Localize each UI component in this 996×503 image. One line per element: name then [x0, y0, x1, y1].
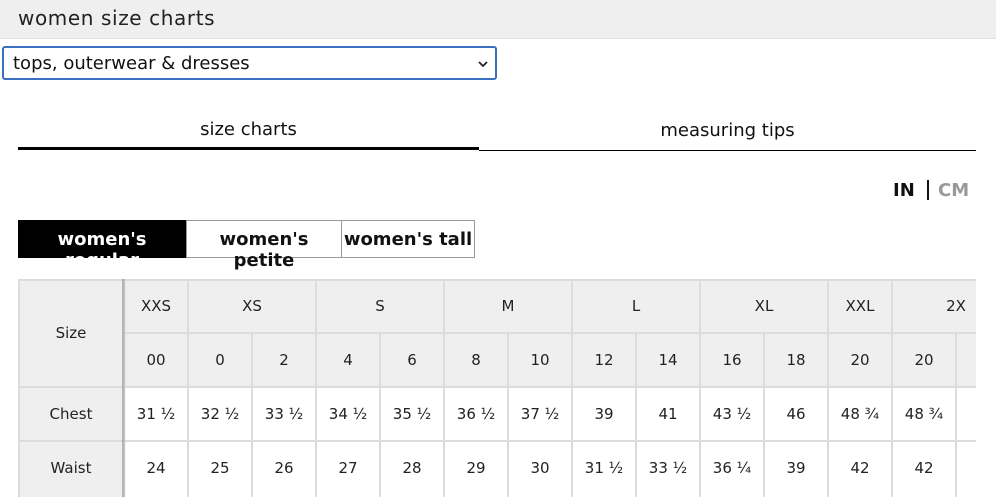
- table-cell: 28: [402, 459, 422, 477]
- numeric-size-header: [956, 333, 976, 387]
- numeric-size-header: 20: [850, 351, 870, 369]
- table-cell: 48 ¾: [840, 405, 880, 423]
- table-cell: 32 ½: [200, 405, 240, 423]
- size-group-header: XS: [242, 297, 262, 315]
- table-grid-line: [827, 333, 829, 497]
- numeric-size-header: 18: [786, 351, 806, 369]
- table-cell: 35 ½: [392, 405, 432, 423]
- numeric-size-header: 4: [343, 351, 353, 369]
- table-grid-line: [251, 333, 253, 497]
- category-select-value: tops, outerwear & dresses: [13, 53, 250, 74]
- table-cell: 33 ½: [264, 405, 304, 423]
- row-label: Chest: [49, 405, 93, 423]
- table-cell: 26: [274, 459, 294, 477]
- table-cell: 24: [146, 459, 166, 477]
- table-grid-line: [315, 333, 317, 497]
- numeric-size-header: 6: [407, 351, 417, 369]
- table-grid-line: [443, 279, 445, 333]
- table-cell: 36 ¼: [712, 459, 752, 477]
- numeric-size-header: 14: [658, 351, 678, 369]
- table-cell: 48 ¾: [904, 405, 944, 423]
- size-chart-tabs: size charts measuring tips: [18, 110, 976, 151]
- table-cell: 4: [956, 441, 976, 495]
- fit-tab-petite-label: women's petite: [219, 229, 309, 271]
- numeric-size-header: 2: [279, 351, 289, 369]
- fit-tab-regular-label: women's regular: [57, 229, 147, 271]
- sticky-column-shadow: [122, 279, 126, 497]
- table-cell: 29: [466, 459, 486, 477]
- table-grid-line: [571, 279, 573, 333]
- table-grid-line: [571, 333, 573, 497]
- table-grid-line: [379, 333, 381, 497]
- unit-in-button[interactable]: IN: [893, 180, 915, 201]
- size-group-header: M: [501, 297, 515, 315]
- table-cell: 42: [914, 459, 934, 477]
- numeric-size-header: 16: [722, 351, 742, 369]
- table-cell: 31 ½: [136, 405, 176, 423]
- table-cell: 41: [658, 405, 678, 423]
- unit-cm-button[interactable]: CM: [938, 180, 969, 201]
- table-cell: 42: [850, 459, 870, 477]
- table-grid-line: [18, 386, 124, 388]
- size-table: Size XXS XS S M L XL XXL 2X 00 0 2 4 6 8 10 12 14 16 18 20 20…: [18, 279, 976, 497]
- table-cell: [956, 387, 976, 441]
- size-group-header: XXS: [140, 297, 172, 315]
- table-cell: 39: [786, 459, 806, 477]
- table-grid-line: [891, 279, 893, 333]
- table-cell: 25: [210, 459, 230, 477]
- table-cell: 31 ½: [584, 459, 624, 477]
- tab-size-charts[interactable]: size charts: [18, 110, 479, 150]
- fit-tab-petite[interactable]: women's petite: [186, 220, 342, 271]
- table-grid-line: [18, 279, 976, 281]
- table-grid-line: [507, 333, 509, 497]
- table-cell: 34 ½: [328, 405, 368, 423]
- fit-tab-regular[interactable]: women's regular: [18, 220, 186, 271]
- unit-divider: [927, 180, 929, 200]
- table-grid-line: [699, 333, 701, 497]
- table-grid-line: [891, 333, 893, 497]
- table-grid-line: [635, 333, 637, 497]
- tab-size-charts-label: size charts: [200, 119, 297, 140]
- size-group-header: S: [375, 297, 385, 315]
- table-cell: 30: [530, 459, 550, 477]
- table-grid-line: [187, 333, 189, 497]
- tab-measuring-tips[interactable]: measuring tips: [479, 111, 976, 151]
- table-cell: 46: [786, 405, 806, 423]
- table-grid-line: [18, 440, 124, 442]
- numeric-size-header: 00: [146, 351, 166, 369]
- chevron-down-icon: [478, 61, 488, 68]
- size-group-header: 2X: [946, 297, 966, 315]
- numeric-size-header: 8: [471, 351, 481, 369]
- table-grid-line: [187, 279, 189, 333]
- table-grid-line: [443, 333, 445, 497]
- table-grid-line: [315, 279, 317, 333]
- numeric-size-header: 10: [530, 351, 550, 369]
- table-grid-line: [827, 279, 829, 333]
- table-cell: 37 ½: [520, 405, 560, 423]
- size-header: Size: [55, 324, 87, 342]
- size-group-header: XL: [754, 297, 774, 315]
- table-cell: 36 ½: [456, 405, 496, 423]
- table-cell: 33 ½: [648, 459, 688, 477]
- fit-tab-tall-label: women's tall: [343, 229, 473, 250]
- numeric-size-header: 0: [215, 351, 225, 369]
- row-label: Waist: [50, 459, 92, 477]
- table-grid-line: [18, 279, 20, 497]
- numeric-size-header: 20: [914, 351, 934, 369]
- size-group-header: XXL: [845, 297, 875, 315]
- table-cell: 43 ½: [712, 405, 752, 423]
- numeric-size-header: 12: [594, 351, 614, 369]
- category-select[interactable]: tops, outerwear & dresses: [2, 46, 497, 80]
- header-bar: women size charts: [0, 0, 996, 39]
- table-cell: 39: [594, 405, 614, 423]
- table-cell: 27: [338, 459, 358, 477]
- fit-tab-tall[interactable]: women's tall: [341, 220, 475, 258]
- size-group-header: L: [631, 297, 641, 315]
- tab-measuring-tips-label: measuring tips: [660, 120, 795, 141]
- page-title: women size charts: [18, 6, 216, 30]
- table-grid-line: [699, 279, 701, 333]
- table-grid-line: [763, 333, 765, 497]
- table-grid-line: [955, 333, 957, 497]
